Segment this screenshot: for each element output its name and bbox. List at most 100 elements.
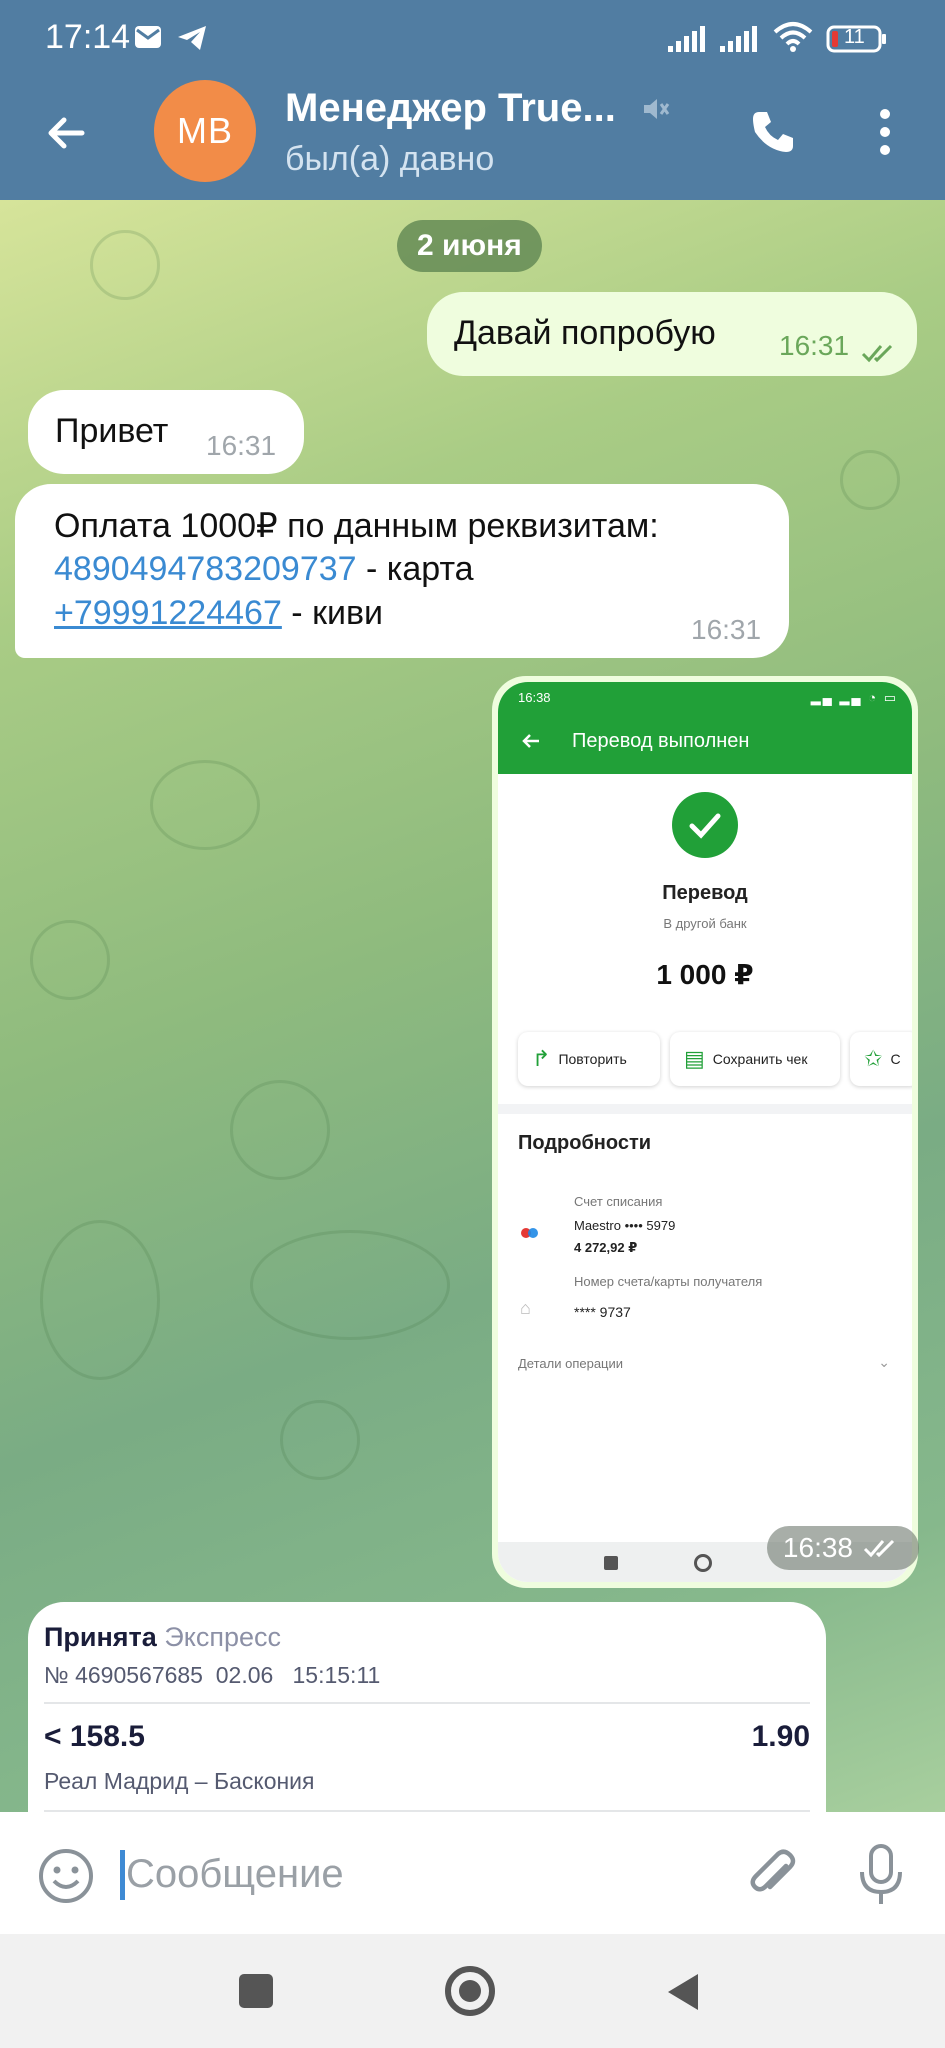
chevron-down-icon: ⌄ — [878, 1354, 890, 1370]
chat-messages-area[interactable]: 2 июня Давай попробую 16:31 Привет 16:31… — [0, 200, 945, 1812]
image-time-text: 16:38 — [782, 1532, 853, 1563]
repeat-button: ↱ Повторить — [518, 1032, 660, 1086]
screenshot-body: Перевод В другой банк 1 000 ₽ ↱ Повторить… — [498, 774, 912, 1582]
image-message[interactable]: 16:38 ▂▄ ▂▄ ◔ ▭ Перевод выполнен Перевод… — [492, 676, 918, 1588]
receipt-icon: ▤ — [684, 1046, 705, 1071]
bank-icon: ⌂ — [520, 1298, 531, 1318]
date-separator: 2 июня — [397, 220, 542, 272]
message-time: 16:31 — [691, 614, 762, 645]
screenshot-home-icon — [694, 1554, 712, 1572]
phone-suffix: - киви — [281, 594, 383, 632]
more-menu-button[interactable] — [870, 104, 900, 160]
home-button[interactable] — [445, 1966, 495, 2016]
details-title: Подробности — [518, 1132, 652, 1154]
bet-match: Реал Мадрид – Баскония — [44, 1768, 315, 1794]
transfer-amount: 1 000 ₽ — [656, 959, 754, 990]
battery-level: 11 — [844, 26, 865, 48]
message-input-bar: Сообщение — [0, 1812, 945, 1934]
transfer-summary-card: Перевод В другой банк 1 000 ₽ ↱ Повторить… — [498, 774, 912, 1104]
wallpaper-doodle — [840, 450, 900, 510]
signal-icon-1 — [666, 24, 708, 59]
message-text: Привет — [55, 412, 169, 450]
card-suffix: - карта — [356, 550, 474, 588]
bet-meta-line: № 4690567685 02.06 15:15:11 — [44, 1662, 380, 1689]
wallpaper-doodle — [280, 1400, 360, 1480]
wallpaper-doodle — [30, 920, 110, 1000]
message-input[interactable]: Сообщение — [126, 1852, 344, 1897]
text-cursor — [120, 1850, 125, 1900]
bet-slip-image[interactable]: Принята Экспресс № 4690567685 02.06 15:1… — [28, 1602, 826, 1812]
transfer-subtitle: В другой банк — [663, 916, 747, 931]
screenshot-header-title: Перевод выполнен — [572, 730, 750, 752]
outgoing-message[interactable]: Давай попробую 16:31 — [427, 292, 917, 376]
read-checkmarks-icon — [861, 334, 901, 373]
status-bar: 17:14 11 — [0, 0, 945, 75]
bet-odds: 1.90 — [751, 1720, 810, 1753]
message-text: Давай попробую — [454, 314, 716, 352]
emoji-button[interactable] — [38, 1848, 94, 1904]
signal-icon-2 — [718, 24, 760, 59]
message-time: 16:31 — [779, 330, 850, 361]
transfer-details-card: Подробности Счет списания Maestro •••• 5… — [498, 1114, 912, 1544]
repeat-icon: ↱ — [532, 1046, 551, 1071]
screenshot-square-icon — [604, 1556, 618, 1570]
home-dot-icon — [459, 1980, 481, 2002]
save-receipt-label: Сохранить чек — [712, 1051, 808, 1067]
bet-type: Экспресс — [164, 1622, 282, 1652]
repeat-label: Повторить — [558, 1051, 627, 1067]
wallpaper-doodle — [40, 1220, 160, 1380]
bet-number: № 4690567685 — [44, 1662, 203, 1688]
mute-icon — [640, 94, 670, 129]
bet-status: Принята — [44, 1622, 157, 1652]
message-text-line: 4890494783209737 - карта — [54, 550, 474, 589]
success-check-icon — [672, 792, 738, 858]
debit-card: Maestro •••• 5979 — [574, 1218, 676, 1233]
call-button[interactable] — [745, 104, 801, 160]
bet-time: 15:15:11 — [292, 1662, 381, 1688]
bet-status-line: Принята Экспресс — [44, 1622, 281, 1653]
avatar[interactable]: MB — [154, 80, 256, 182]
status-time: 17:14 — [45, 18, 131, 56]
wifi-icon — [772, 20, 814, 59]
transfer-title: Перевод — [662, 882, 748, 904]
phone-link[interactable]: +79991224467 — [54, 594, 282, 632]
bet-date: 02.06 — [215, 1662, 274, 1688]
wallpaper-doodle — [150, 760, 260, 850]
debit-label: Счет списания — [574, 1194, 663, 1209]
back-nav-button[interactable] — [664, 1970, 702, 2019]
back-button[interactable] — [42, 108, 92, 158]
system-navigation-bar — [0, 1934, 945, 2048]
screenshot-status-icons: ▂▄ ▂▄ ◔ ▭ — [810, 690, 898, 705]
voice-message-button[interactable] — [856, 1842, 906, 1908]
message-text-line: +79991224467 - киви — [54, 594, 383, 633]
operation-details-label: Детали операции — [518, 1356, 624, 1371]
screenshot-status-bar: 16:38 ▂▄ ▂▄ ◔ ▭ — [498, 682, 912, 714]
bet-selection: < 158.5 — [44, 1720, 145, 1753]
wallpaper-doodle — [250, 1230, 450, 1340]
battery-icon: 11 — [826, 24, 888, 59]
chat-header-bar: 17:14 11 MB Менеджер True... был(а) давн… — [0, 0, 945, 200]
chat-title[interactable]: Менеджер True... — [285, 86, 616, 131]
divider — [44, 1702, 810, 1704]
more-action-button: ✩ С — [850, 1032, 912, 1086]
recipient-label: Номер счета/карты получателя — [574, 1274, 763, 1289]
screenshot-status-time: 16:38 — [518, 690, 551, 705]
maestro-logo-icon — [520, 1226, 540, 1238]
message-time: 16:31 — [206, 430, 277, 461]
more-action-label: С — [890, 1051, 901, 1067]
incoming-message[interactable]: Оплата 1000₽ по данным реквизитам: 48904… — [15, 484, 789, 658]
wallpaper-doodle — [230, 1080, 330, 1180]
attach-button[interactable] — [744, 1846, 804, 1906]
chat-last-seen: был(а) давно — [285, 140, 495, 178]
recent-apps-button[interactable] — [239, 1974, 273, 2008]
wallpaper-doodle — [90, 230, 160, 300]
save-receipt-button: ▤ Сохранить чек — [670, 1032, 840, 1086]
screenshot-image[interactable]: 16:38 ▂▄ ▂▄ ◔ ▭ Перевод выполнен Перевод… — [498, 682, 912, 1582]
card-number-link[interactable]: 4890494783209737 — [54, 550, 357, 588]
star-icon: ✩ — [864, 1046, 883, 1071]
image-message-time: 16:38 — [766, 1526, 919, 1570]
incoming-message[interactable]: Привет 16:31 — [28, 390, 304, 474]
message-text-line: Оплата 1000₽ по данным реквизитам: — [54, 507, 659, 545]
read-checkmarks-icon — [863, 1539, 895, 1558]
screenshot-header: Перевод выполнен — [498, 714, 912, 774]
